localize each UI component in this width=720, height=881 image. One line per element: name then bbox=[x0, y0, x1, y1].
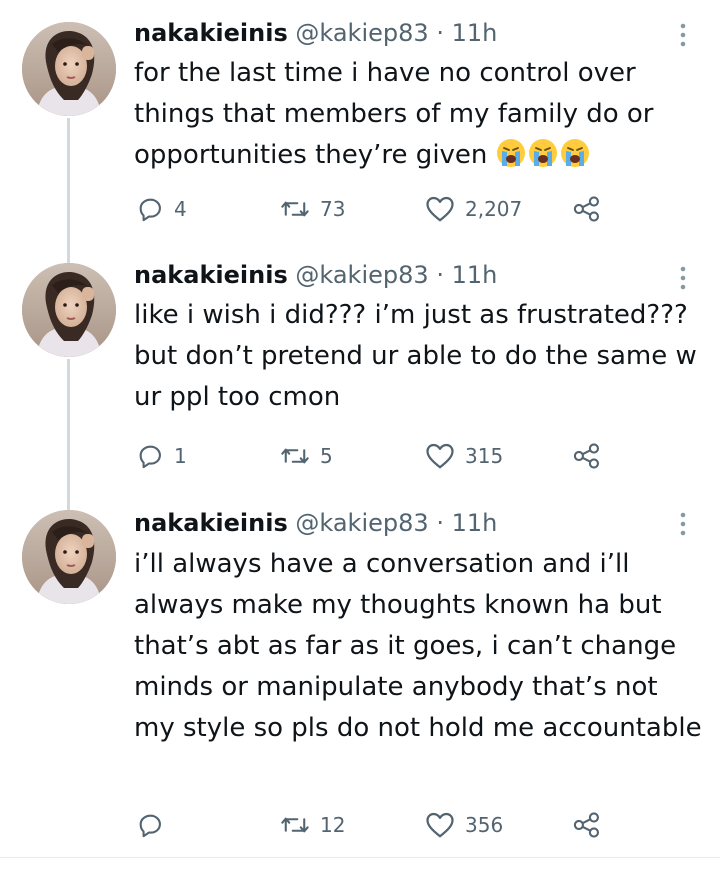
share-button[interactable] bbox=[572, 809, 602, 841]
timestamp[interactable]: 11h bbox=[452, 261, 498, 289]
reply-icon bbox=[139, 445, 161, 469]
retweet-icon bbox=[281, 201, 309, 217]
tweet-header: nakakieinis @kakiep83 · 11h bbox=[134, 260, 497, 290]
separator-dot: · bbox=[436, 509, 444, 537]
tweet[interactable]: nakakieinis @kakiep83 · 11h i’ll always … bbox=[0, 488, 720, 857]
more-options-icon[interactable] bbox=[676, 511, 690, 537]
retweet-button[interactable]: 5 bbox=[280, 440, 333, 472]
like-count: 356 bbox=[465, 813, 504, 837]
share-icon bbox=[573, 196, 599, 222]
avatar[interactable] bbox=[22, 22, 116, 116]
loudly-crying-face-icon bbox=[560, 139, 589, 167]
tweet[interactable]: nakakieinis @kakiep83 · 11h like i wish … bbox=[0, 245, 720, 488]
thread-line bbox=[67, 118, 70, 245]
reply-count: 4 bbox=[174, 197, 187, 221]
tweet-actions: 4 73 2,207 bbox=[0, 193, 720, 225]
tweet[interactable]: nakakieinis @kakiep83 · 11h for the last… bbox=[0, 0, 720, 245]
retweet-count: 12 bbox=[320, 813, 346, 837]
avatar[interactable] bbox=[22, 263, 116, 357]
reply-button[interactable]: 4 bbox=[136, 193, 187, 225]
thread-line bbox=[67, 245, 70, 263]
separator-dot: · bbox=[436, 19, 444, 47]
heart-icon bbox=[426, 443, 454, 469]
tweet-actions: 1 5 315 bbox=[0, 440, 720, 472]
username[interactable]: @kakiep83 bbox=[295, 19, 428, 47]
more-options-icon[interactable] bbox=[676, 265, 690, 291]
display-name[interactable]: nakakieinis bbox=[134, 19, 288, 47]
reply-icon bbox=[139, 814, 161, 838]
reply-button[interactable]: 1 bbox=[136, 440, 187, 472]
retweet-icon bbox=[281, 448, 309, 464]
emoji-group bbox=[496, 139, 592, 170]
share-button[interactable] bbox=[572, 440, 602, 472]
share-button[interactable] bbox=[572, 193, 602, 225]
tweet-header: nakakieinis @kakiep83 · 11h bbox=[134, 18, 497, 48]
like-button[interactable]: 315 bbox=[425, 440, 503, 472]
retweet-count: 73 bbox=[320, 197, 346, 221]
like-count: 315 bbox=[465, 444, 504, 468]
like-count: 2,207 bbox=[465, 197, 523, 221]
tweet-text: i’ll always have a conversation and i’ll… bbox=[134, 549, 702, 743]
thread-line bbox=[67, 488, 70, 510]
like-button[interactable]: 2,207 bbox=[425, 193, 522, 225]
share-icon bbox=[573, 443, 599, 469]
separator-dot: · bbox=[436, 261, 444, 289]
heart-icon bbox=[426, 196, 454, 222]
timestamp[interactable]: 11h bbox=[452, 509, 498, 537]
retweet-count: 5 bbox=[320, 444, 333, 468]
reply-count: 1 bbox=[174, 444, 187, 468]
tweet-header: nakakieinis @kakiep83 · 11h bbox=[134, 508, 497, 538]
divider bbox=[0, 857, 720, 858]
retweet-button[interactable]: 73 bbox=[280, 193, 345, 225]
share-icon bbox=[573, 812, 599, 838]
more-options-icon[interactable] bbox=[676, 22, 690, 48]
tweet-text: for the last time i have no control over… bbox=[134, 53, 704, 176]
timestamp[interactable]: 11h bbox=[452, 19, 498, 47]
tweet-actions: 12 356 bbox=[0, 809, 720, 841]
retweet-button[interactable]: 12 bbox=[280, 809, 345, 841]
username[interactable]: @kakiep83 bbox=[295, 509, 428, 537]
like-button[interactable]: 356 bbox=[425, 809, 503, 841]
username[interactable]: @kakiep83 bbox=[295, 261, 428, 289]
loudly-crying-face-icon bbox=[528, 139, 557, 167]
reply-icon bbox=[139, 198, 161, 222]
avatar[interactable] bbox=[22, 510, 116, 604]
retweet-icon bbox=[281, 817, 309, 833]
heart-icon bbox=[426, 812, 454, 838]
tweet-text: like i wish i did??? i’m just as frustra… bbox=[134, 300, 697, 412]
loudly-crying-face-icon bbox=[496, 139, 525, 167]
display-name[interactable]: nakakieinis bbox=[134, 509, 288, 537]
display-name[interactable]: nakakieinis bbox=[134, 261, 288, 289]
reply-button[interactable] bbox=[136, 809, 174, 841]
